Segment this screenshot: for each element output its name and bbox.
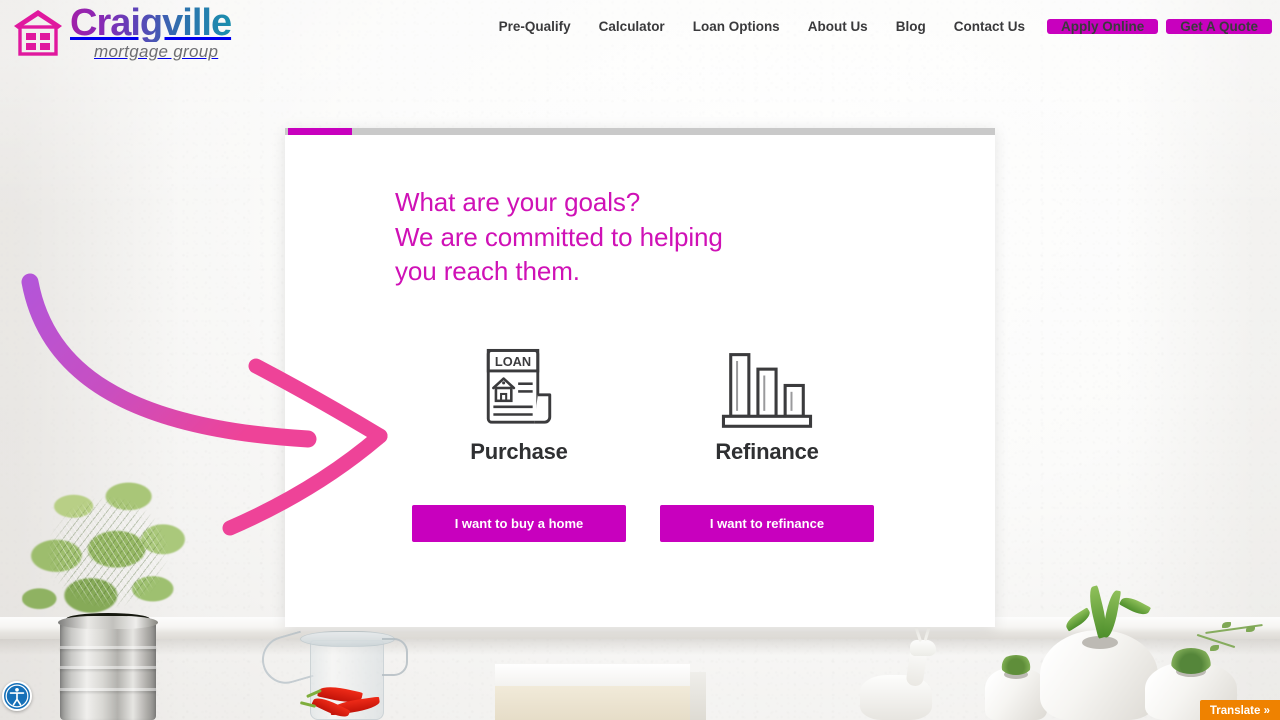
option-purchase-label: Purchase: [470, 438, 568, 464]
tin-ridge: [60, 688, 156, 691]
nav-link-pre-qualify[interactable]: Pre-Qualify: [485, 19, 585, 34]
tin-can: [60, 620, 156, 720]
main-navigation: Pre-Qualify Calculator Loan Options Abou…: [485, 19, 1272, 34]
tin-ridge: [60, 666, 156, 669]
page-root: Craigville mortgage group Pre-Qualify Ca…: [0, 0, 1280, 720]
goal-cta-row: I want to buy a home I want to refinance: [395, 504, 995, 542]
rosemary-plant-detail: [22, 470, 194, 635]
heading-line-1: What are your goals?: [395, 187, 641, 217]
buy-a-home-button[interactable]: I want to buy a home: [412, 504, 626, 542]
progress-bar-track: [285, 128, 995, 135]
brand-wordmark: Craigville mortgage group: [70, 2, 232, 61]
tin-ridge: [60, 646, 156, 649]
heading-line-2: We are committed to helping: [395, 221, 723, 252]
apply-online-button[interactable]: Apply Online: [1046, 19, 1159, 34]
accessibility-icon[interactable]: [2, 681, 32, 711]
nav-link-about-us[interactable]: About Us: [794, 19, 882, 34]
option-refinance[interactable]: Refinance: [643, 347, 891, 465]
refinance-button[interactable]: I want to refinance: [660, 504, 874, 542]
white-box-body: [495, 686, 690, 720]
goals-modal: What are your goals? We are committed to…: [285, 128, 995, 627]
page-title: What are your goals? We are committed to…: [395, 185, 995, 289]
brand-tagline: mortgage group: [94, 42, 219, 61]
deer-figurine-head: [910, 640, 936, 656]
loan-document-icon: LOAN: [473, 347, 565, 429]
box-side-panel: [690, 672, 706, 720]
jar-clamp-right: [382, 638, 408, 676]
goal-options: LOAN Purchase Refinance: [395, 347, 995, 465]
nav-link-loan-options[interactable]: Loan Options: [679, 19, 794, 34]
bar-chart-icon: [717, 347, 817, 429]
loan-icon-text: LOAN: [495, 353, 531, 368]
brand-logo[interactable]: Craigville mortgage group: [12, 2, 232, 61]
site-header: Craigville mortgage group Pre-Qualify Ca…: [0, 0, 1280, 68]
heading-line-3: you reach them.: [395, 256, 580, 286]
white-box-lid: [495, 664, 690, 686]
nav-link-blog[interactable]: Blog: [882, 19, 940, 34]
succulent-plant: [1000, 655, 1032, 675]
translate-button[interactable]: Translate »: [1199, 700, 1280, 720]
jar-lid: [300, 631, 395, 647]
nav-link-calculator[interactable]: Calculator: [585, 19, 679, 34]
get-a-quote-button[interactable]: Get A Quote: [1166, 19, 1272, 34]
succulent-plant: [1170, 648, 1212, 674]
house-logo-icon: [12, 6, 64, 58]
option-refinance-label: Refinance: [715, 438, 819, 464]
brand-name: Craigville: [70, 2, 232, 44]
progress-bar-fill: [288, 128, 352, 135]
nav-link-contact-us[interactable]: Contact Us: [940, 19, 1039, 34]
option-purchase[interactable]: LOAN Purchase: [395, 347, 643, 465]
